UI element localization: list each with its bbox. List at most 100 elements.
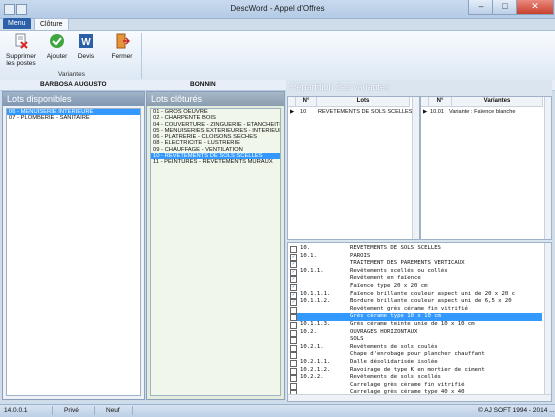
row-checkbox[interactable] xyxy=(290,329,297,337)
status-bar: 14.0.0.1 Privé Neuf © AJ SOFT 1994 - 201… xyxy=(0,404,555,417)
tree-row-label: REVETEMENTS DE SOLS SCELLES xyxy=(350,245,441,251)
grid-corner xyxy=(288,97,296,107)
row-checkbox[interactable]: ✓ xyxy=(290,284,297,291)
ajouter-button[interactable]: Ajouter xyxy=(44,33,70,60)
row-pointer-icon: ▶ xyxy=(423,109,428,115)
variantes-row-num: 10.01 xyxy=(430,109,444,115)
fermer-button[interactable]: Fermer xyxy=(108,33,136,60)
lots-clotures-list[interactable]: 01 - GROS OEUVRE 02 - CHARPENTE BOIS 04 - … xyxy=(150,108,281,396)
tree-row-number: 10.2.1. xyxy=(300,343,324,350)
row-checkbox[interactable]: ✓ xyxy=(290,276,297,284)
lots-row-label: REVETEMENTS DE SOLS SCELLES xyxy=(318,109,413,115)
ribbon-group-separator xyxy=(141,33,142,79)
variantes-grid-scrollbar[interactable] xyxy=(544,97,551,239)
lots-col-lots[interactable]: Lots xyxy=(317,97,410,107)
ribbon: Supprimer les postes Ajouter W Devis Fer… xyxy=(0,30,555,82)
tree-scrollbar-vertical[interactable] xyxy=(544,243,551,395)
tree-row[interactable]: Chape d'enrobage pour plancher chauffant xyxy=(290,351,542,360)
row-checkbox[interactable] xyxy=(290,367,297,375)
tree-row[interactable]: ✓ 10.1.1.2. Bordure brillante couleur aspe… xyxy=(290,298,542,307)
tree-row-label: Grès cérame type 10 x 10 cm xyxy=(350,313,441,320)
row-checkbox[interactable] xyxy=(290,314,297,322)
tree-row-label: Ravoirage de type K en mortier de ciment xyxy=(350,366,485,373)
supprimer-label: Supprimer les postes xyxy=(6,53,36,67)
row-checkbox[interactable]: ✓ xyxy=(290,261,297,269)
variantes-grid-row[interactable]: ▶ 10.01 Variante : Faïence blanche xyxy=(421,108,544,116)
lots-grid-scrollbar[interactable] xyxy=(412,97,419,239)
supprimer-postes-button[interactable]: Supprimer les postes xyxy=(6,33,36,67)
variantes-col-num[interactable]: N° xyxy=(429,97,452,107)
tree-row-label: Revêtements scellés ou collés xyxy=(350,267,448,274)
row-checkbox[interactable]: ✓ xyxy=(290,253,297,261)
row-checkbox[interactable] xyxy=(290,344,297,352)
tree-row[interactable]: ✓ Faïence type 20 x 20 cm xyxy=(290,283,542,291)
row-checkbox[interactable] xyxy=(290,375,297,383)
row-checkbox[interactable]: ✓ xyxy=(290,299,297,307)
tree-row-label: Faïence brillante couleur aspect uni de … xyxy=(350,290,516,297)
lots-disponibles-title: Lots disponibles xyxy=(3,92,144,106)
row-checkbox[interactable] xyxy=(290,306,297,314)
tab-cloture[interactable]: Clôture xyxy=(34,18,69,30)
tree-row[interactable]: ✓ 10.1.1. Revêtements scellés ou collés xyxy=(290,268,542,276)
minimize-button[interactable]: – xyxy=(468,0,494,15)
tree-row-label: SOLS xyxy=(350,336,364,343)
tree-row-number: 10.1.1.3. xyxy=(300,321,331,327)
row-checkbox[interactable] xyxy=(290,382,297,390)
row-pointer-icon: ▶ xyxy=(290,109,295,115)
tree-row[interactable]: 10.2.2. Revêtements de sols scellés xyxy=(290,374,542,383)
lots-clotures-item[interactable]: 04 - COUVERTURE - ZINGUERIE - ETANCHEITE xyxy=(151,122,280,128)
row-checkbox[interactable]: ✓ xyxy=(290,291,297,299)
row-checkbox[interactable] xyxy=(290,337,297,345)
lots-grid: N° Lots ▶ 10 REVETEMENTS DE SOLS SCELLES xyxy=(287,96,420,240)
maximize-button[interactable]: □ xyxy=(492,0,518,15)
close-button[interactable]: ✕ xyxy=(516,0,554,15)
variantes-row-label: Variante : Faïence blanche xyxy=(449,109,516,115)
tree-row-label: Revêtement en faïence xyxy=(350,275,421,282)
tree-row[interactable]: SOLS xyxy=(290,336,542,345)
tree-row-number: 10.2.1.1. xyxy=(300,359,331,365)
devis-button[interactable]: W Devis xyxy=(74,33,98,60)
tree-row-label: Revêtement grès cérame fin vitrifié xyxy=(350,305,468,312)
variantes-col-label[interactable]: Variantes xyxy=(452,97,543,107)
row-checkbox[interactable] xyxy=(290,322,297,329)
tree-row[interactable]: 10.1.1.3. Grès cérame teinte unie de 10 x… xyxy=(290,321,542,329)
tree-row[interactable]: Grès cérame type 10 x 10 cm xyxy=(290,313,542,322)
tree-row-number: 10.1. xyxy=(300,252,317,259)
lots-grid-row[interactable]: ▶ 10 REVETEMENTS DE SOLS SCELLES xyxy=(288,108,413,116)
row-checkbox[interactable]: ✓ xyxy=(290,268,297,276)
tree-row[interactable]: ✓ Revêtement en faïence xyxy=(290,275,542,284)
tree-row-number: 10.2.2. xyxy=(300,374,324,381)
row-checkbox[interactable] xyxy=(290,246,297,253)
tree-scrollbar-horizontal[interactable] xyxy=(288,394,551,401)
tree-row[interactable]: ✓ TRAITEMENT DES PAREMENTS VERTICAUX xyxy=(290,260,542,269)
row-checkbox[interactable] xyxy=(290,360,297,367)
left-name: BARBOSA AUGUSTO xyxy=(40,81,107,88)
tree-row[interactable]: 10. REVETEMENTS DE SOLS SCELLES xyxy=(290,245,542,253)
tree-row-label: Revêtements de sols scellés xyxy=(350,374,441,381)
lots-clotures-item[interactable]: 11 - PEINTURES - REVETEMENTS MURAUX xyxy=(151,159,280,165)
lots-disponibles-item[interactable]: 07 - PLOMBERIE - SANITAIRE xyxy=(7,115,140,121)
tree-row[interactable]: Revêtement grès cérame fin vitrifié xyxy=(290,306,542,314)
tree-row-number: 10.1.1.2. xyxy=(300,298,331,305)
tree-row[interactable]: 10.2.1.2. Ravoirage de type K en mortier … xyxy=(290,367,542,375)
tree-row-label: Chape d'enrobage pour plancher chauffant xyxy=(350,351,485,358)
poste-tree[interactable]: Carrelage grès cérame type 40 x 40 Carrel… xyxy=(287,242,552,402)
checkmark-icon xyxy=(50,34,64,48)
tree-row-number: 10.2. xyxy=(300,328,317,335)
tree-row[interactable]: ✓ 10.1. PAROIS xyxy=(290,253,542,261)
tab-menu[interactable]: Menu xyxy=(3,18,31,29)
lots-row-num: 10 xyxy=(300,109,307,115)
tree-row[interactable]: 10.2.1.1. Dalle désolidarisée isolée xyxy=(290,359,542,367)
row-checkbox[interactable] xyxy=(290,352,297,360)
word-document-icon: W xyxy=(79,34,93,48)
lots-disponibles-list[interactable]: 06 - MENUISERIE INTÉRIEURE 07 - PLOMBERIE… xyxy=(6,108,141,396)
tree-row[interactable]: Carrelage grès cérame fin vitrifié xyxy=(290,382,542,390)
tree-row-label: PAROIS xyxy=(350,252,371,259)
copyright-text: © AJ SOFT 1994 - 2014 ... xyxy=(478,407,555,414)
lots-col-num[interactable]: N° xyxy=(296,97,317,107)
tree-row[interactable]: 10.2. OUVRAGES HORIZONTAUX xyxy=(290,329,542,337)
svg-text:W: W xyxy=(81,37,91,48)
tree-row[interactable]: ✓ 10.1.1.1. Faïence brillante couleur aspe… xyxy=(290,291,542,299)
tree-row-label: Grès cérame teinte unie de 10 x 10 cm xyxy=(350,321,475,327)
tree-row[interactable]: 10.2.1. Revêtements de sols coulés xyxy=(290,344,542,352)
